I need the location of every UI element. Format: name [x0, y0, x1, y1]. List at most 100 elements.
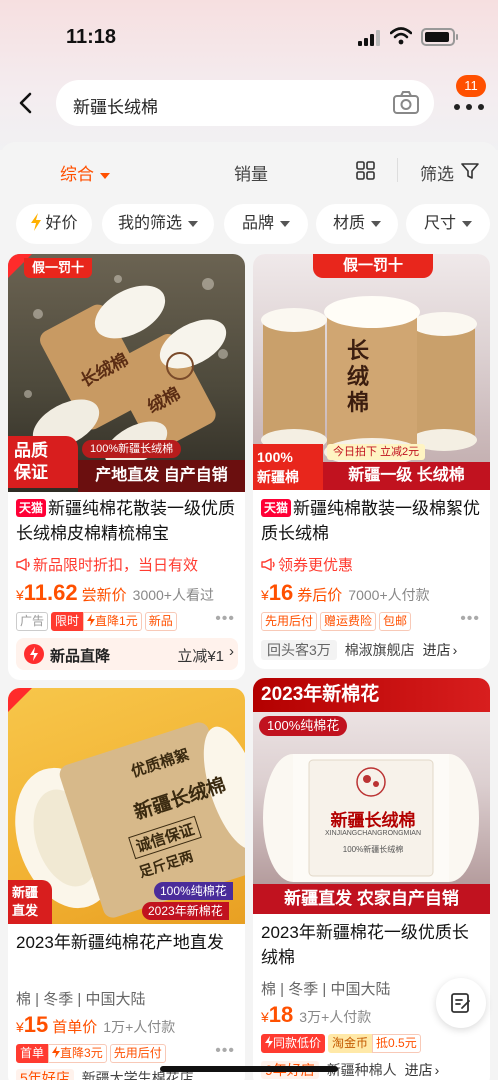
product-image[interactable]: 假一罚十 长绒棉 绒棉 100%新疆长绒棉 品质 保证 产地直发 自产自销: [8, 254, 245, 492]
wifi-icon: [390, 27, 412, 45]
back-arrow-icon[interactable]: [14, 90, 40, 116]
caret-down-icon: [280, 220, 290, 227]
image-subtitle: 100%纯棉花: [259, 716, 348, 736]
grid-view-icon[interactable]: [356, 161, 375, 180]
banner-fake-penalty: 假一罚十: [24, 258, 93, 278]
chip-material[interactable]: 材质: [316, 204, 398, 244]
image-tag-1: 100%纯棉花: [154, 882, 233, 900]
enter-shop-link[interactable]: 进店: [423, 642, 451, 658]
lightning-icon: [87, 614, 96, 626]
product-title[interactable]: 天猫 新疆纯棉花散装一级优质长绒棉皮棉精梳棉宝: [16, 496, 237, 546]
sold-count: 3000+人看过: [132, 587, 214, 603]
price: 18: [268, 1002, 294, 1027]
floating-edit-button[interactable]: [436, 978, 486, 1028]
roll-sublabel-2: 100%新疆长绒棉: [342, 845, 404, 854]
tag-price-drop: 直降1元: [95, 614, 138, 628]
chip-size[interactable]: 尺寸: [406, 204, 490, 244]
more-menu-icon[interactable]: [454, 96, 484, 116]
chip-label: 我的筛选: [117, 215, 182, 232]
chip-my-filters[interactable]: 我的筛选: [102, 204, 214, 244]
image-bottom-banner: 产地直发 自产自销: [78, 460, 245, 492]
product-title[interactable]: 2023年新疆棉花一级优质长绒棉: [261, 920, 482, 970]
quality-badge: 品质 保证: [8, 436, 78, 488]
tag-shipping-insurance: 赠运费险: [320, 612, 377, 631]
clock: 11:18: [66, 26, 117, 48]
sort-bar: 综合 销量 筛选: [0, 142, 498, 198]
tag-ad: 广告: [16, 612, 49, 631]
more-options-icon[interactable]: •••: [215, 610, 235, 628]
image-tag-2: 2023年新棉花: [142, 902, 229, 920]
yen-symbol: ¥: [16, 587, 24, 603]
quality-badge-line-1: 品质: [14, 441, 48, 460]
price: 15: [23, 1012, 49, 1037]
filter-button[interactable]: 筛选: [420, 160, 454, 185]
camera-icon[interactable]: [392, 90, 420, 116]
tag-new: 新品: [144, 612, 177, 631]
tmall-badge: 天猫: [261, 499, 292, 517]
more-options-icon[interactable]: •••: [460, 610, 480, 628]
lightning-icon: [52, 1046, 61, 1058]
product-image[interactable]: 优质棉絮 新疆长绒棉 诚信保证 足斤足两 新疆 直发 100%纯棉花 2023年…: [8, 688, 245, 924]
yen-symbol: ¥: [261, 1009, 269, 1025]
price-note: 首单价: [52, 1019, 98, 1036]
product-image[interactable]: 2023年新棉花 100%纯棉花 新疆长绒棉 XINJIANGCHANGRONG…: [253, 678, 490, 914]
promo-bar-label: 新品直降: [50, 648, 111, 665]
price: 16: [268, 580, 294, 605]
price-row: ¥11.62 尝新价 3000+人看过: [16, 580, 237, 606]
roll-sublabel: XINJIANGCHANGRONGMIAN: [324, 830, 422, 837]
promo-label: 领券更优惠: [278, 557, 354, 574]
product-image[interactable]: 假一罚十 长绒棉 100% 新疆棉 今日拍下 立减2元 新疆一级 长绒棉: [253, 254, 490, 490]
chevron-right-icon: ›: [452, 642, 458, 658]
home-indicator: [160, 1066, 338, 1072]
chip-label: 材质: [332, 215, 365, 232]
banner-fake-penalty: 假一罚十: [313, 254, 433, 278]
sort-comprehensive[interactable]: 综合: [60, 160, 110, 185]
left-badge: 100% 新疆棉: [253, 444, 323, 490]
promo-bar[interactable]: 新品直降 立减¥1 ›: [16, 638, 238, 670]
enter-shop-link[interactable]: 进店: [405, 1062, 433, 1078]
image-subtitle: 100%新疆长绒棉: [82, 440, 182, 458]
more-options-icon[interactable]: •••: [215, 1042, 235, 1060]
sort-sales[interactable]: 销量: [234, 160, 268, 185]
price-note: 尝新价: [81, 587, 127, 604]
chevron-right-icon: ›: [229, 643, 234, 660]
chip-label: 好价: [45, 215, 78, 232]
sort-comprehensive-label: 综合: [60, 165, 94, 184]
product-title[interactable]: 2023年新疆纯棉花产地直发: [16, 930, 237, 955]
megaphone-icon: [16, 558, 30, 571]
chip-good-price[interactable]: 好价: [16, 204, 92, 244]
tmall-badge: 天猫: [16, 499, 47, 517]
shop-row[interactable]: 回头客3万 棉淑旗舰店 进店 ›: [261, 640, 482, 660]
caret-down-icon: [371, 220, 381, 227]
left-badge-line-1: 100%: [257, 449, 293, 465]
product-card[interactable]: 假一罚十 长绒棉 100% 新疆棉 今日拍下 立减2元 新疆一级 长绒棉 天猫新…: [253, 254, 490, 669]
promo-text: 新品限时折扣，当日有效: [16, 554, 198, 575]
edit-note-icon: [451, 993, 470, 1013]
promo-bar-action: 立减¥1: [177, 648, 224, 665]
product-title-text: 新疆纯棉散装一级棉絮优质长绒棉: [261, 499, 481, 543]
product-card[interactable]: 假一罚十 长绒棉 绒棉 100%新疆长绒棉 品质 保证 产地直发 自产自销 天猫…: [8, 254, 245, 680]
tag-first-order: 首单: [16, 1044, 49, 1063]
search-input[interactable]: 新疆长绒棉: [56, 80, 434, 126]
product-card[interactable]: 优质棉絮 新疆长绒棉 诚信保证 足斤足两 新疆 直发 100%纯棉花 2023年…: [8, 688, 245, 1080]
sold-count: 3万+人付款: [299, 1009, 372, 1025]
lightning-icon: [31, 213, 42, 231]
lightning-circle-icon: [24, 644, 44, 664]
filter-icon[interactable]: [461, 162, 479, 180]
promo-text: 领券更优惠: [261, 554, 353, 575]
price: 11.62: [23, 580, 78, 605]
product-title[interactable]: 天猫 新疆纯棉散装一级棉絮优质长绒棉: [261, 496, 482, 546]
tag-row: 广告 限时 直降1元 新品: [16, 612, 237, 632]
tag-limited: 限时: [51, 612, 84, 631]
quality-badge-line-2: 保证: [14, 463, 48, 482]
roll-label: 长绒棉: [347, 338, 370, 416]
tag-taojinbi: 淘金币: [328, 1034, 373, 1053]
tag-row: 先用后付 赠运费险 包邮: [261, 612, 482, 632]
caret-down-icon: [188, 220, 198, 227]
repeat-customers: 回头客3万: [261, 640, 337, 660]
tag-price-drop: 直降3元: [60, 1046, 103, 1060]
sold-count: 1万+人付款: [103, 1019, 176, 1035]
image-bottom-banner: 新疆一级 长绒棉: [323, 462, 490, 490]
price-row: ¥16 券后价 7000+人付款: [261, 580, 482, 606]
chip-brand[interactable]: 品牌: [224, 204, 308, 244]
